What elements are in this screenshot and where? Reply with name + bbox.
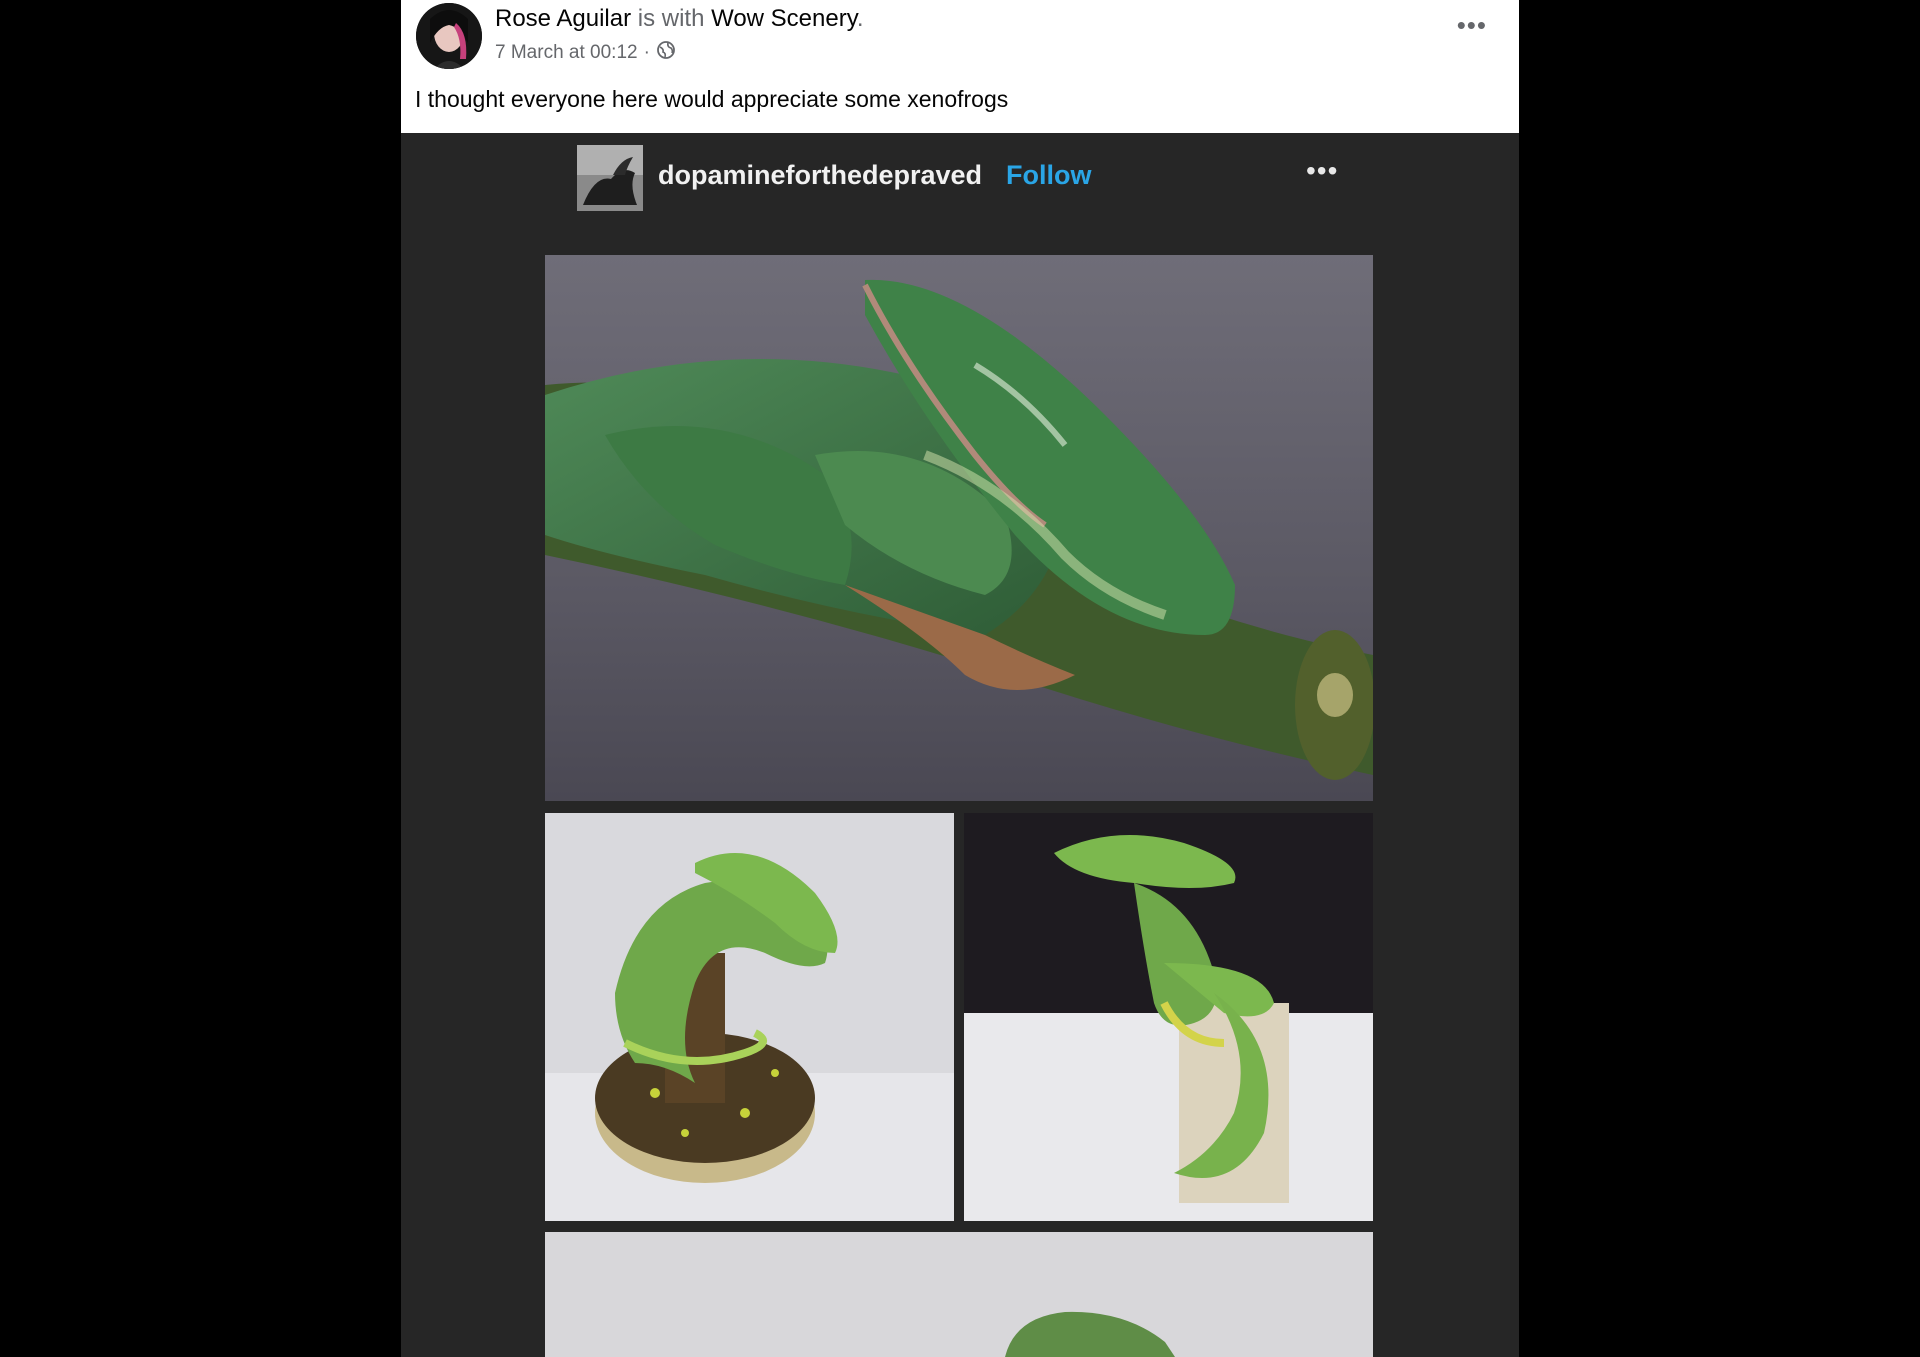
embed-user-avatar[interactable] [577, 145, 643, 211]
post-caption: I thought everyone here would appreciate… [415, 86, 1009, 112]
tagged-suffix: . [856, 5, 864, 32]
photo-frog-partial[interactable] [545, 1232, 1373, 1357]
photo-frog-on-base[interactable] [545, 813, 954, 1221]
more-horizontal-icon[interactable]: ••• [1306, 157, 1338, 185]
embedded-post: dopamineforthedepraved Follow ••• [401, 133, 1519, 1357]
author-avatar[interactable] [416, 3, 482, 69]
facebook-post-header: Rose Aguilar is with Wow Scenery. 7 Marc… [401, 0, 1519, 133]
globe-icon [656, 40, 676, 66]
meta-separator: · [643, 42, 650, 63]
post-meta: 7 March at 00:12 · [495, 40, 676, 66]
photo-frog-on-pillar[interactable] [964, 813, 1373, 1221]
with-connector: is with [631, 5, 712, 32]
more-horizontal-icon[interactable]: ••• [1457, 12, 1487, 38]
author-name[interactable]: Rose Aguilar [495, 5, 631, 32]
tagged-page-name[interactable]: Wow Scenery [711, 5, 857, 32]
follow-button[interactable]: Follow [1006, 160, 1091, 191]
post-timestamp[interactable]: 7 March at 00:12 [495, 42, 638, 64]
photo-frog-on-branch[interactable] [545, 255, 1373, 801]
embed-username[interactable]: dopamineforthedepraved [658, 160, 982, 191]
author-line: Rose Aguilar is with Wow Scenery. [495, 5, 864, 33]
screen: Rose Aguilar is with Wow Scenery. 7 Marc… [0, 0, 1920, 1357]
